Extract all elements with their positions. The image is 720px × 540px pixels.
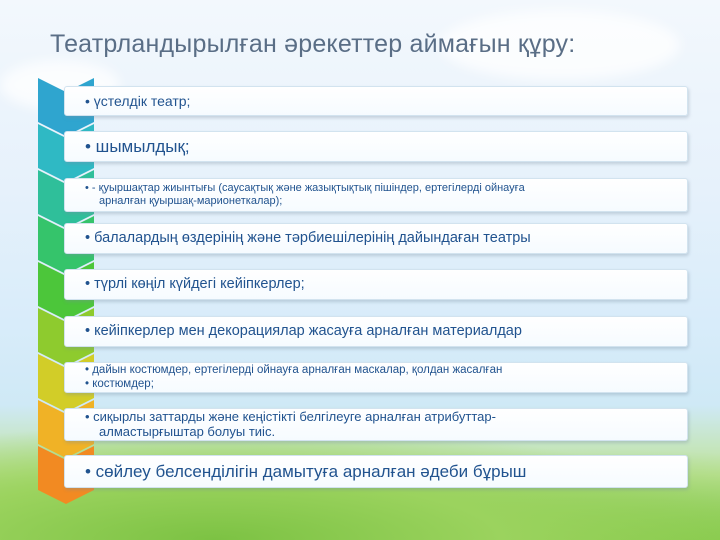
list-item-text: алмастырғыштар болуы тиіс. xyxy=(99,423,276,439)
list-item: • дайын костюмдер, ертегілерді ойнауға а… xyxy=(64,362,688,393)
list-item-text: • түрлі көңіл күйдегі кейіпкерлер; xyxy=(85,276,305,293)
list-item: • түрлі көңіл күйдегі кейіпкерлер; xyxy=(64,269,688,300)
list-item-text: • дайын костюмдер, ертегілерді ойнауға а… xyxy=(85,364,503,377)
slide-title: Театрландырылған әрекеттер аймағын құру: xyxy=(50,30,576,58)
list-item: • сөйлеу белсенділігін дамытуға арналған… xyxy=(64,455,688,488)
list-item: • кейіпкерлер мен декорациялар жасауға а… xyxy=(64,316,688,347)
list-item-text: • - қуыршақтар жиынтығы (саусақтық және … xyxy=(85,182,525,195)
list-item-text: • шымылдық; xyxy=(85,136,190,156)
list-item: • балалардың өздерінің және тәрбиешілері… xyxy=(64,223,688,254)
list-item: • сиқырлы заттарды және кеңістікті белгі… xyxy=(64,408,688,441)
list-item: • - қуыршақтар жиынтығы (саусақтық және … xyxy=(64,178,688,212)
list-item: • шымылдық; xyxy=(64,131,688,162)
list-item-text: • үстелдік театр; xyxy=(85,92,191,109)
list-item: • үстелдік театр; xyxy=(64,86,688,116)
list-item-text: • сиқырлы заттарды және кеңістікті белгі… xyxy=(85,408,496,424)
list-item-text: • костюмдер; xyxy=(85,377,154,390)
list-item-text: • сөйлеу белсенділігін дамытуға арналған… xyxy=(85,461,527,481)
list-item-text: арналған қуыршақ-марионеткалар); xyxy=(99,195,283,207)
list-item-text: • кейіпкерлер мен декорациялар жасауға а… xyxy=(85,323,522,340)
list-item-text: • балалардың өздерінің және тәрбиешілері… xyxy=(85,230,531,247)
